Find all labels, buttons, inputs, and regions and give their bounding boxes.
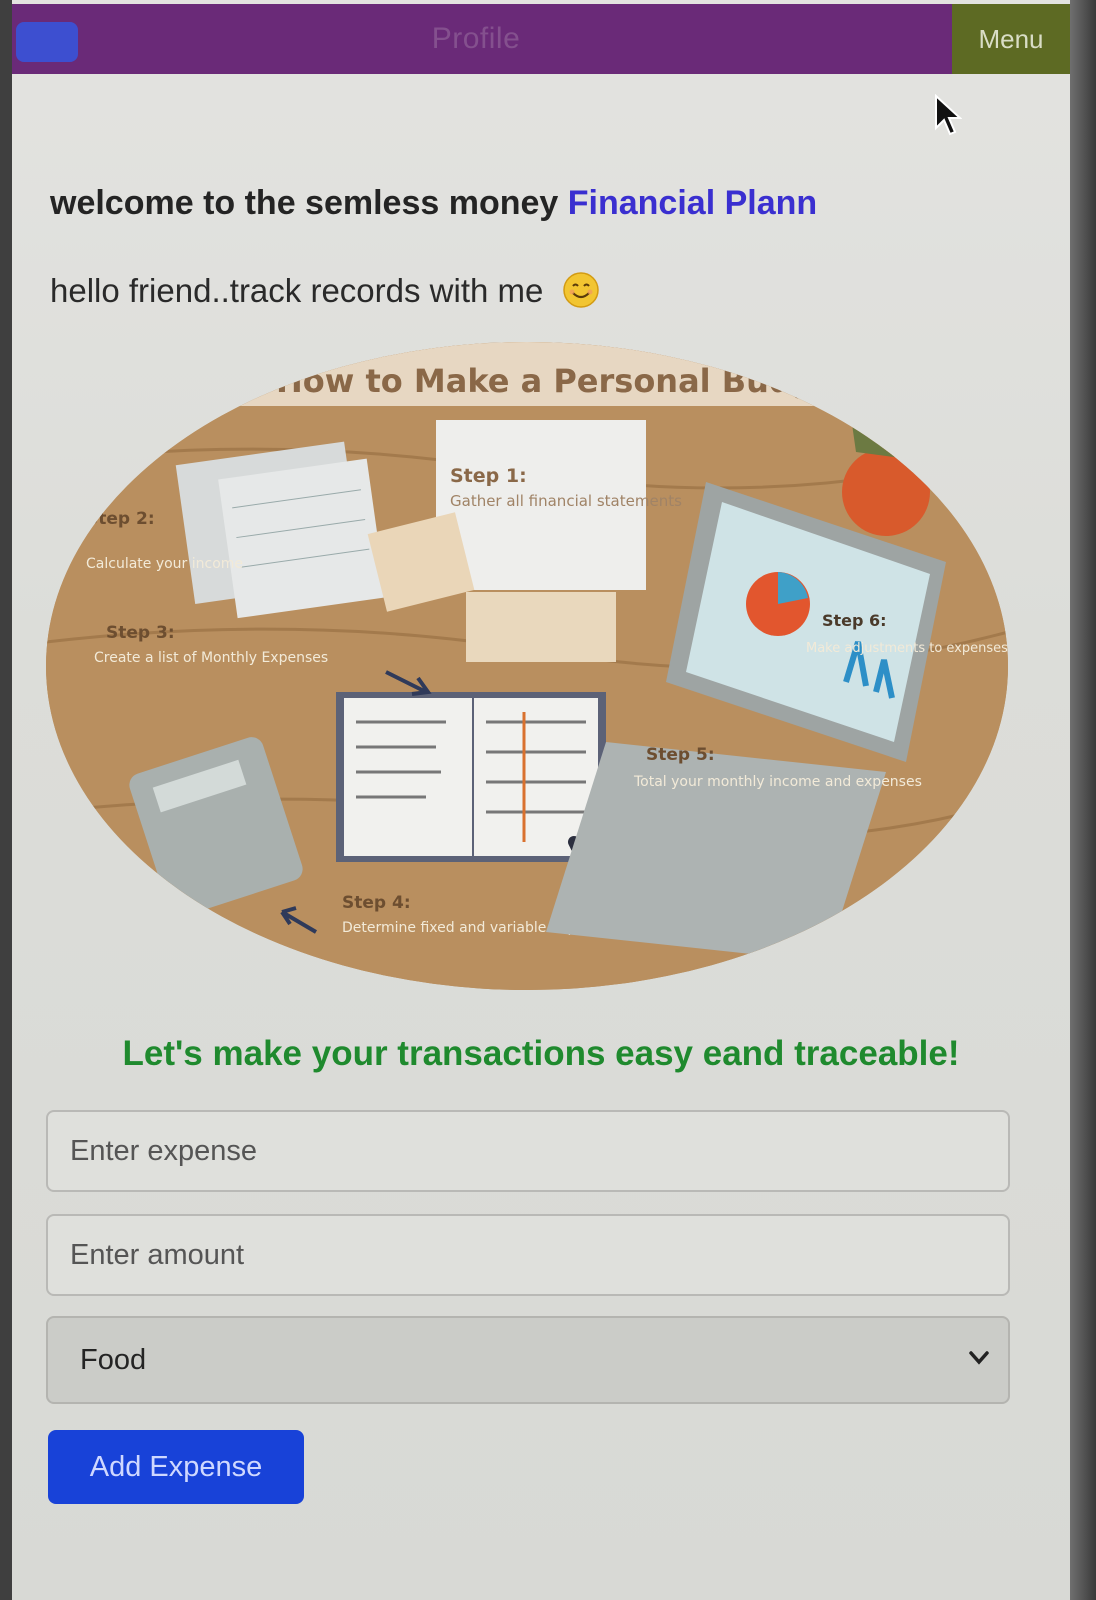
step-3-text: Create a list of Monthly Expenses (94, 650, 328, 666)
mouse-pointer-icon (935, 94, 962, 136)
brand-name: Financial Plann (567, 184, 818, 222)
expense-input[interactable]: Enter expense (46, 1110, 1010, 1192)
tagline: Let's make your transactions easy eand t… (122, 1034, 960, 1073)
step-5-text: Total your monthly income and expenses (633, 774, 922, 790)
screen-bezel (1070, 0, 1096, 1600)
step-3-label: Step 3: (106, 623, 175, 643)
category-selected-value: Food (80, 1344, 147, 1376)
budget-steps-illustration: How to Make a Personal Budget Step 1: Ga… (46, 342, 1008, 990)
step-1-text: Gather all financial statements (450, 492, 682, 510)
add-expense-button[interactable]: Add Expense (48, 1430, 304, 1504)
page-title: Profile (431, 22, 521, 55)
step-4-label: Step 4: (342, 893, 411, 913)
illustration-title: How to Make a Personal Budget (276, 362, 852, 400)
chevron-down-icon (969, 1351, 989, 1365)
step-5-label: Step 5: (646, 745, 715, 765)
amount-input[interactable]: Enter amount (46, 1214, 1010, 1296)
menu-button[interactable]: Menu (952, 4, 1070, 74)
greeting-line: hello friend..track records with me (50, 272, 599, 310)
step-1-label: Step 1: (450, 465, 527, 487)
welcome-heading: welcome to the semless money Financial P… (50, 184, 817, 223)
app-screen: Profile Menu welcome to the semless mone… (12, 0, 1070, 1600)
category-select[interactable]: Food (46, 1316, 1010, 1404)
step-2-text: Calculate your income (86, 556, 243, 572)
top-navbar: Profile Menu (12, 4, 1070, 74)
step-6-text: Make adjustments to expenses (806, 641, 1008, 656)
greeting-text: hello friend..track records with me (50, 272, 544, 309)
step-6-label: Step 6: (822, 611, 887, 630)
step-2-label: Step 2: (86, 509, 155, 529)
smiling-face-icon (562, 272, 599, 308)
welcome-text: welcome to the semless money (50, 184, 568, 222)
